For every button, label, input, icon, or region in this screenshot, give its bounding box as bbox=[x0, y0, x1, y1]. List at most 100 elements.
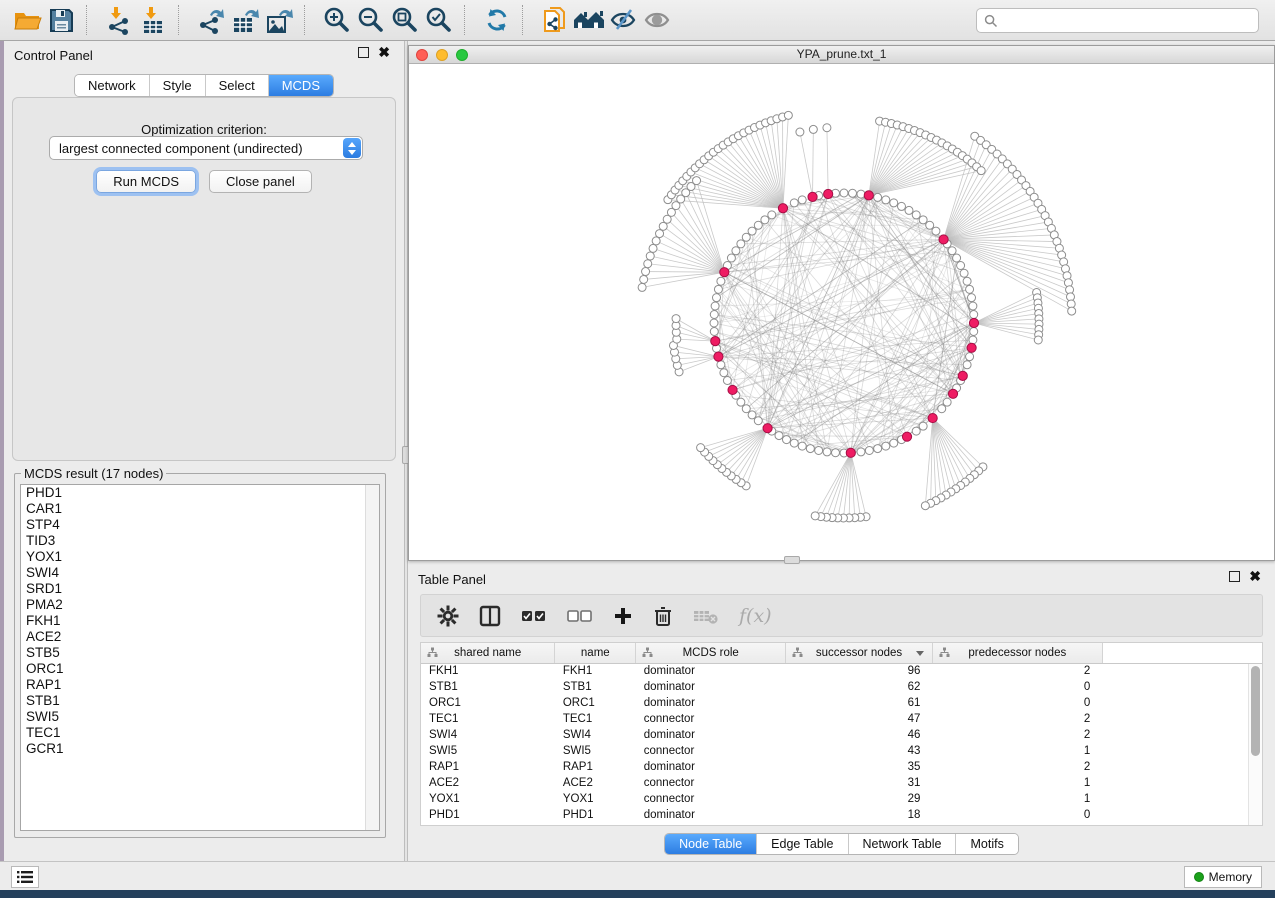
table-scrollbar-thumb[interactable] bbox=[1251, 666, 1260, 756]
table-row[interactable]: FKH1FKH1dominator962 bbox=[421, 663, 1262, 679]
network-leaf-node[interactable] bbox=[649, 244, 657, 252]
network-leaf-node[interactable] bbox=[644, 260, 652, 268]
close-table-panel-icon[interactable]: ✖ bbox=[1249, 571, 1261, 582]
network-node[interactable] bbox=[790, 199, 798, 207]
network-node[interactable] bbox=[732, 247, 740, 255]
network-hub-node[interactable] bbox=[846, 448, 855, 457]
network-node[interactable] bbox=[919, 422, 927, 430]
network-leaf-node[interactable] bbox=[921, 502, 929, 510]
zoom-out-icon[interactable] bbox=[354, 4, 388, 36]
network-leaf-node[interactable] bbox=[796, 128, 804, 136]
network-node[interactable] bbox=[963, 277, 971, 285]
show-details-icon[interactable] bbox=[640, 4, 674, 36]
network-node[interactable] bbox=[849, 189, 857, 197]
network-leaf-node[interactable] bbox=[640, 275, 648, 283]
window-close-icon[interactable] bbox=[416, 49, 428, 61]
network-node[interactable] bbox=[968, 294, 976, 302]
network-node[interactable] bbox=[966, 353, 974, 361]
result-node-item[interactable]: PHD1 bbox=[21, 485, 379, 501]
network-node[interactable] bbox=[806, 445, 814, 453]
result-node-item[interactable]: RAP1 bbox=[21, 677, 379, 693]
network-node[interactable] bbox=[717, 361, 725, 369]
network-node[interactable] bbox=[717, 277, 725, 285]
network-leaf-node[interactable] bbox=[977, 167, 985, 175]
result-node-item[interactable]: YOX1 bbox=[21, 549, 379, 565]
network-node[interactable] bbox=[957, 262, 965, 270]
network-leaf-node[interactable] bbox=[656, 230, 664, 238]
network-leaf-node[interactable] bbox=[811, 512, 819, 520]
network-node[interactable] bbox=[938, 405, 946, 413]
network-node[interactable] bbox=[831, 449, 839, 457]
horizontal-splitter-handle[interactable] bbox=[784, 556, 800, 564]
network-hub-node[interactable] bbox=[958, 371, 967, 380]
network-node[interactable] bbox=[742, 233, 750, 241]
network-node[interactable] bbox=[932, 227, 940, 235]
table-row[interactable]: PHD1PHD1dominator180 bbox=[421, 807, 1262, 823]
table-row[interactable]: SWI5SWI5connector431 bbox=[421, 743, 1262, 759]
show-columns-icon[interactable] bbox=[479, 605, 501, 627]
network-node[interactable] bbox=[754, 417, 762, 425]
node-table[interactable]: shared namenameMCDS rolesuccessor nodesp… bbox=[420, 642, 1263, 826]
table-row[interactable]: YOX1YOX1connector291 bbox=[421, 791, 1262, 807]
network-node[interactable] bbox=[890, 199, 898, 207]
network-leaf-node[interactable] bbox=[693, 177, 701, 185]
result-node-item[interactable]: CAR1 bbox=[21, 501, 379, 517]
mcds-result-list[interactable]: PHD1CAR1STP4TID3YOX1SWI4SRD1PMA2FKH1ACE2… bbox=[20, 484, 380, 831]
network-node[interactable] bbox=[969, 302, 977, 310]
network-hub-node[interactable] bbox=[778, 204, 787, 213]
table-settings-icon[interactable] bbox=[437, 605, 459, 627]
network-node[interactable] bbox=[926, 221, 934, 229]
network-hub-node[interactable] bbox=[902, 432, 911, 441]
network-leaf-node[interactable] bbox=[809, 125, 817, 133]
network-node[interactable] bbox=[857, 190, 865, 198]
result-node-item[interactable]: SRD1 bbox=[21, 581, 379, 597]
network-leaf-node[interactable] bbox=[672, 315, 680, 323]
add-column-icon[interactable] bbox=[613, 606, 633, 626]
network-node[interactable] bbox=[775, 432, 783, 440]
refresh-icon[interactable] bbox=[480, 4, 514, 36]
import-network-icon[interactable] bbox=[102, 4, 136, 36]
network-node[interactable] bbox=[960, 269, 968, 277]
network-window-titlebar[interactable]: YPA_prune.txt_1 bbox=[409, 46, 1274, 64]
network-node[interactable] bbox=[748, 411, 756, 419]
result-node-item[interactable]: PMA2 bbox=[21, 597, 379, 613]
export-table-icon[interactable] bbox=[228, 4, 262, 36]
network-node[interactable] bbox=[857, 448, 865, 456]
table-row[interactable]: SWI4SWI4dominator462 bbox=[421, 727, 1262, 743]
network-hub-node[interactable] bbox=[939, 235, 948, 244]
tab-select[interactable]: Select bbox=[205, 75, 268, 96]
column-header-successor-nodes[interactable]: successor nodes bbox=[786, 643, 933, 663]
network-hub-node[interactable] bbox=[948, 389, 957, 398]
network-node[interactable] bbox=[754, 221, 762, 229]
network-node[interactable] bbox=[943, 398, 951, 406]
export-image-icon[interactable] bbox=[262, 4, 296, 36]
result-node-item[interactable]: TEC1 bbox=[21, 725, 379, 741]
table-row[interactable]: STB1STB1dominator620 bbox=[421, 679, 1262, 695]
network-node[interactable] bbox=[737, 398, 745, 406]
tab-mcds[interactable]: MCDS bbox=[268, 75, 333, 96]
network-node[interactable] bbox=[742, 405, 750, 413]
result-node-item[interactable]: SWI4 bbox=[21, 565, 379, 581]
network-node[interactable] bbox=[966, 285, 974, 293]
close-panel-button[interactable]: Close panel bbox=[209, 170, 312, 193]
network-node[interactable] bbox=[815, 447, 823, 455]
network-node[interactable] bbox=[768, 211, 776, 219]
overview-icon[interactable] bbox=[572, 4, 606, 36]
network-node[interactable] bbox=[897, 202, 905, 210]
network-hub-node[interactable] bbox=[711, 336, 720, 345]
result-node-item[interactable]: FKH1 bbox=[21, 613, 379, 629]
zoom-selected-icon[interactable] bbox=[422, 4, 456, 36]
network-hub-node[interactable] bbox=[864, 191, 873, 200]
network-hub-node[interactable] bbox=[763, 424, 772, 433]
hide-details-icon[interactable] bbox=[606, 4, 640, 36]
export-network-icon[interactable] bbox=[194, 4, 228, 36]
network-node[interactable] bbox=[748, 227, 756, 235]
network-node[interactable] bbox=[711, 302, 719, 310]
network-node[interactable] bbox=[912, 427, 920, 435]
network-hub-node[interactable] bbox=[928, 413, 937, 422]
network-leaf-node[interactable] bbox=[642, 268, 650, 276]
network-node[interactable] bbox=[874, 445, 882, 453]
network-leaf-node[interactable] bbox=[784, 111, 792, 119]
network-node[interactable] bbox=[720, 369, 728, 377]
network-node[interactable] bbox=[798, 442, 806, 450]
